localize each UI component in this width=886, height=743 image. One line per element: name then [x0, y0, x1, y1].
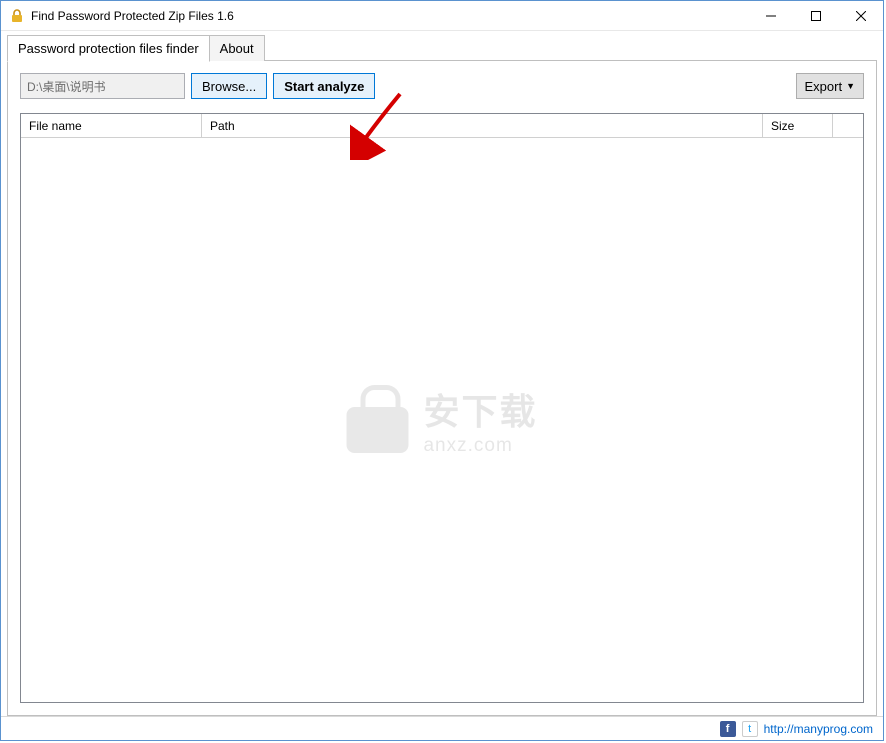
column-path[interactable]: Path [202, 114, 763, 137]
vendor-link[interactable]: http://manyprog.com [764, 722, 873, 736]
twitter-icon[interactable]: t [742, 721, 758, 737]
tab-panel-main: Browse... Start analyze Export ▼ File na… [7, 60, 877, 716]
watermark-en: anxz.com [423, 435, 537, 457]
statusbar: f t http://manyprog.com [1, 716, 883, 740]
export-button[interactable]: Export ▼ [796, 73, 865, 99]
tab-main[interactable]: Password protection files finder [7, 35, 210, 62]
watermark-text: 安下载 anxz.com [423, 383, 537, 457]
browse-button[interactable]: Browse... [191, 73, 267, 99]
caret-down-icon: ▼ [846, 81, 855, 91]
maximize-button[interactable] [793, 1, 838, 30]
export-label: Export [805, 79, 843, 94]
titlebar[interactable]: Find Password Protected Zip Files 1.6 [1, 1, 883, 31]
app-window: Find Password Protected Zip Files 1.6 Pa… [0, 0, 884, 741]
window-controls [748, 1, 883, 30]
start-analyze-button[interactable]: Start analyze [273, 73, 375, 99]
grid-header: File name Path Size [21, 114, 863, 138]
watermark: 安下载 anxz.com [346, 383, 537, 457]
watermark-cn: 安下载 [423, 383, 537, 435]
client-area: Password protection files finder About B… [1, 31, 883, 716]
tab-about[interactable]: About [210, 35, 265, 61]
results-grid: File name Path Size 安下载 anxz.com [20, 113, 864, 703]
path-input[interactable] [20, 73, 185, 99]
tabstrip: Password protection files finder About [7, 35, 877, 61]
facebook-icon[interactable]: f [720, 721, 736, 737]
column-size[interactable]: Size [763, 114, 833, 137]
window-title: Find Password Protected Zip Files 1.6 [31, 9, 748, 23]
minimize-button[interactable] [748, 1, 793, 30]
grid-body[interactable]: 安下载 anxz.com [21, 138, 863, 702]
column-spacer [833, 114, 863, 137]
lock-icon [346, 385, 408, 455]
close-button[interactable] [838, 1, 883, 30]
column-filename[interactable]: File name [21, 114, 202, 137]
app-icon [9, 8, 25, 24]
toolbar: Browse... Start analyze Export ▼ [20, 73, 864, 99]
